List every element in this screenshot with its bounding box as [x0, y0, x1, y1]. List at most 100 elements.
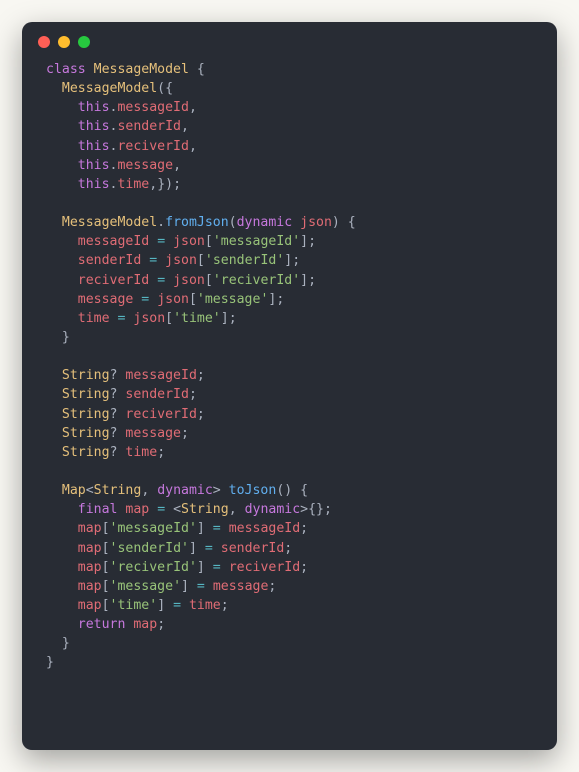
code-line: this.time,}); [46, 175, 533, 194]
code-line: this.messageId, [46, 98, 533, 117]
code-token: 'reciverId' [213, 273, 300, 288]
code-token: this [78, 100, 110, 115]
code-token [46, 119, 78, 134]
code-token: ]; [300, 273, 316, 288]
code-token: ] [189, 541, 205, 556]
code-line: } [46, 653, 533, 672]
code-token: 'messageId' [110, 521, 197, 536]
code-line: String? messageId; [46, 366, 533, 385]
code-token [46, 81, 62, 96]
code-token: ( [229, 215, 237, 230]
code-token: time [78, 311, 110, 326]
code-token: < [165, 502, 181, 517]
code-token: } [46, 655, 54, 670]
code-token: messageId [117, 100, 188, 115]
code-token: time [117, 177, 149, 192]
code-token: ]; [268, 292, 284, 307]
code-token: String [62, 387, 110, 402]
code-token [165, 273, 173, 288]
code-token [46, 560, 78, 575]
code-line: String? reciverId; [46, 405, 533, 424]
code-token: dynamic [237, 215, 293, 230]
code-token: MessageModel [62, 215, 157, 230]
code-token: = [205, 541, 213, 556]
code-token: dynamic [157, 483, 213, 498]
code-token: ? [110, 407, 126, 422]
code-token [46, 407, 62, 422]
code-token [157, 253, 165, 268]
code-token: senderId [125, 387, 189, 402]
close-icon[interactable] [38, 36, 50, 48]
code-token: } [46, 330, 70, 345]
code-token: ]; [300, 234, 316, 249]
code-token: 'message' [197, 292, 268, 307]
code-token: = [157, 502, 165, 517]
code-token: [ [205, 234, 213, 249]
code-line: messageId = json['messageId']; [46, 232, 533, 251]
code-token: ? [110, 387, 126, 402]
code-token: 'reciverId' [110, 560, 197, 575]
code-line: map['time'] = time; [46, 596, 533, 615]
code-line: MessageModel({ [46, 79, 533, 98]
code-line: } [46, 634, 533, 653]
code-token [149, 292, 157, 307]
code-token: ? [110, 368, 126, 383]
code-token: ]; [221, 311, 237, 326]
code-token: json [165, 253, 197, 268]
code-line: String? senderId; [46, 385, 533, 404]
code-token: ; [300, 560, 308, 575]
code-line: } [46, 328, 533, 347]
code-window: class MessageModel { MessageModel({ this… [22, 22, 557, 750]
code-token [205, 579, 213, 594]
code-token [149, 273, 157, 288]
code-token: 'message' [110, 579, 181, 594]
code-line: map['message'] = message; [46, 577, 533, 596]
code-token: ; [157, 617, 165, 632]
code-token: 'senderId' [110, 541, 189, 556]
code-token: ? [110, 445, 126, 460]
code-token: [ [189, 292, 197, 307]
code-token: json [157, 292, 189, 307]
code-token: String [94, 483, 142, 498]
code-token: json [173, 234, 205, 249]
code-token: reciverId [125, 407, 196, 422]
code-token: ] [181, 579, 197, 594]
code-token: time [125, 445, 157, 460]
code-block: class MessageModel { MessageModel({ this… [22, 54, 557, 693]
code-token: () { [276, 483, 308, 498]
code-line: final map = <String, dynamic>{}; [46, 500, 533, 519]
minimize-icon[interactable] [58, 36, 70, 48]
code-token: json [133, 311, 165, 326]
code-line: Map<String, dynamic> toJson() { [46, 481, 533, 500]
code-token: [ [197, 253, 205, 268]
code-token [221, 560, 229, 575]
code-token: , [141, 483, 157, 498]
code-token [292, 215, 300, 230]
code-token: ] [197, 560, 213, 575]
code-token: String [181, 502, 229, 517]
code-token: String [62, 368, 110, 383]
code-token: ,}); [149, 177, 181, 192]
code-token: >{}; [300, 502, 332, 517]
code-token: reciverId [229, 560, 300, 575]
code-token: ] [157, 598, 173, 613]
code-token: this [78, 119, 110, 134]
code-token: map [78, 521, 102, 536]
code-token [149, 502, 157, 517]
code-token [46, 234, 78, 249]
code-line: String? message; [46, 424, 533, 443]
code-token [46, 311, 78, 326]
code-token: ; [221, 598, 229, 613]
maximize-icon[interactable] [78, 36, 90, 48]
code-token: this [78, 139, 110, 154]
code-token [46, 445, 62, 460]
code-token: [ [102, 541, 110, 556]
code-token: = [173, 598, 181, 613]
code-token [46, 368, 62, 383]
code-line: message = json['message']; [46, 290, 533, 309]
code-token: , [229, 502, 245, 517]
code-line [46, 462, 533, 481]
code-token: , [189, 139, 197, 154]
code-token: this [78, 177, 110, 192]
code-token: 'time' [110, 598, 158, 613]
